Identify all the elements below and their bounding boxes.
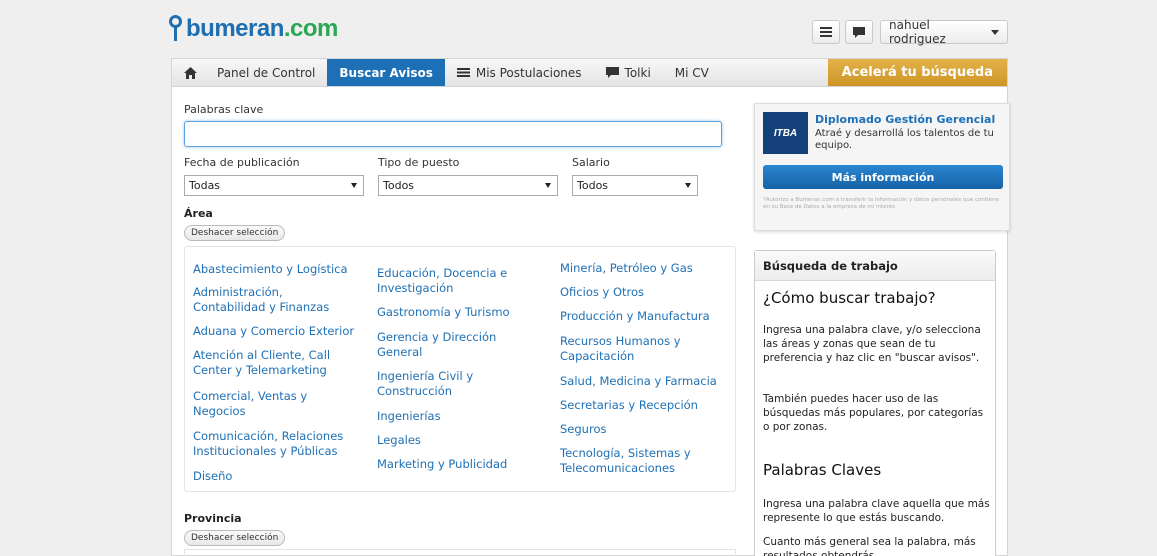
logo-text: bumeran <box>186 15 284 42</box>
salary-label: Salario <box>572 156 610 169</box>
area-title: Área <box>184 207 213 220</box>
help-heading-how: ¿Cómo buscar trabajo? <box>763 289 936 307</box>
nav-mis-postulaciones[interactable]: Mis Postulaciones <box>445 59 594 86</box>
user-menu-button[interactable]: nahuel rodriguez <box>880 18 1008 46</box>
area-link[interactable]: Administración, Contabilidad y Finanzas <box>193 285 353 315</box>
dropdown-arrow-icon <box>351 183 357 188</box>
help-paragraph: También puedes hacer uso de las búsqueda… <box>763 393 984 433</box>
area-link[interactable]: Tecnología, Sistemas y Telecomunicacione… <box>560 446 710 476</box>
area-link[interactable]: Gastronomía y Turismo <box>377 305 547 320</box>
help-heading-keywords: Palabras Claves <box>763 461 882 479</box>
bumeran-logo[interactable]: bumeran.com <box>168 12 338 46</box>
date-select[interactable]: Todas <box>184 175 364 196</box>
area-link[interactable]: Secretarias y Recepción <box>560 398 735 413</box>
salary-select[interactable]: Todos <box>572 175 698 196</box>
keywords-input[interactable] <box>184 121 722 147</box>
nav-panel-de-control[interactable]: Panel de Control <box>205 59 327 86</box>
help-panel-header: Búsqueda de trabajo <box>755 251 995 281</box>
area-link[interactable]: Minería, Petróleo y Gas <box>560 261 735 276</box>
chat-icon <box>605 67 619 78</box>
job-type-select-value: Todos <box>383 179 415 192</box>
area-link[interactable]: Comunicación, Relaciones Institucionales… <box>193 429 363 459</box>
dropdown-arrow-icon <box>685 183 691 188</box>
list-icon <box>456 68 470 77</box>
nav-mis-postulaciones-label: Mis Postulaciones <box>475 65 582 80</box>
itba-logo-text: ITBA <box>773 127 798 139</box>
area-link[interactable]: Diseño <box>193 469 353 484</box>
nav-buscar-avisos[interactable]: Buscar Avisos <box>327 59 445 86</box>
area-link[interactable]: Ingenierías <box>377 409 537 424</box>
main-nav: Panel de Control Buscar Avisos Mis Postu… <box>171 58 1008 86</box>
logo-suffix: .com <box>283 15 339 42</box>
date-label: Fecha de publicación <box>184 156 300 169</box>
itba-logo[interactable]: ITBA <box>763 112 808 154</box>
home-icon <box>184 66 197 79</box>
nav-home[interactable] <box>172 59 205 86</box>
help-paragraph: Ingresa una palabra clave, y/o seleccion… <box>763 324 981 364</box>
ad-legal-text: *Autorizo a Bumeran.com a transferir la … <box>763 197 999 210</box>
dropdown-arrow-icon <box>545 183 551 188</box>
job-type-select[interactable]: Todos <box>378 175 558 196</box>
area-clear-button[interactable]: Deshacer selección <box>184 225 286 241</box>
menu-icon <box>820 27 832 37</box>
help-paragraph: Ingresa una palabra clave aquella que má… <box>763 498 990 524</box>
ad-title[interactable]: Diplomado Gestión Gerencial <box>815 113 995 126</box>
more-info-button[interactable]: Más información <box>763 165 1003 189</box>
help-paragraph: Cuanto más general sea la palabra, más r… <box>763 536 976 556</box>
salary-select-value: Todos <box>577 179 609 192</box>
area-link[interactable]: Oficios y Otros <box>560 285 730 300</box>
messages-button[interactable] <box>845 20 873 44</box>
date-select-value: Todas <box>189 179 221 192</box>
chevron-down-icon <box>991 29 999 35</box>
area-link[interactable]: Gerencia y Dirección General <box>377 330 517 360</box>
area-link[interactable]: Producción y Manufactura <box>560 309 735 324</box>
province-title: Provincia <box>184 512 242 525</box>
ad-description: Atraé y desarrollá los talentos de tu eq… <box>815 128 994 151</box>
logo-pin-icon <box>168 14 184 44</box>
area-link[interactable]: Salud, Medicina y Farmacia <box>560 374 735 389</box>
sponsored-ad: ITBA Diplomado Gestión Gerencial Atraé y… <box>754 103 1010 231</box>
nav-tolki[interactable]: Tolki <box>594 59 663 86</box>
area-link[interactable]: Educación, Docencia e Investigación <box>377 266 537 296</box>
area-link[interactable]: Ingeniería Civil y Construcción <box>377 369 517 399</box>
nav-tolki-label: Tolki <box>624 65 651 80</box>
job-type-label: Tipo de puesto <box>378 156 460 169</box>
accelerate-search-button[interactable]: Acelerá tu búsqueda <box>827 59 1007 86</box>
area-link[interactable]: Recursos Humanos y Capacitación <box>560 334 700 364</box>
help-panel: Búsqueda de trabajo ¿Cómo buscar trabajo… <box>754 250 996 556</box>
area-link[interactable]: Comercial, Ventas y Negocios <box>193 389 333 419</box>
province-list <box>184 549 736 556</box>
area-link[interactable]: Aduana y Comercio Exterior <box>193 324 368 339</box>
area-link[interactable]: Abastecimiento y Logística <box>193 262 363 277</box>
keywords-label: Palabras clave <box>184 103 264 116</box>
area-link[interactable]: Marketing y Publicidad <box>377 457 547 472</box>
province-clear-button[interactable]: Deshacer selección <box>184 530 286 546</box>
area-link[interactable]: Seguros <box>560 422 720 437</box>
chat-icon <box>853 26 865 38</box>
nav-mi-cv[interactable]: Mi CV <box>663 59 721 86</box>
area-link[interactable]: Atención al Cliente, Call Center y Telem… <box>193 348 353 378</box>
menu-button[interactable] <box>812 20 840 44</box>
user-name: nahuel rodriguez <box>889 18 946 46</box>
area-link[interactable]: Legales <box>377 433 537 448</box>
